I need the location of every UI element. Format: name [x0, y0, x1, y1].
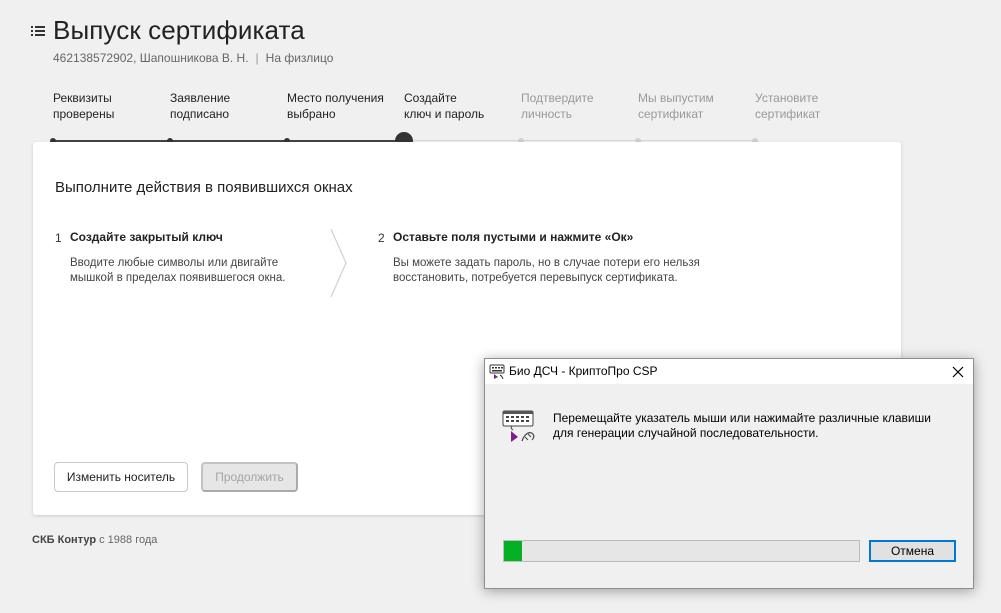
keyboard-mouse-icon	[502, 410, 535, 442]
message-line: Перемещайте указатель мыши или нажимайте…	[553, 411, 931, 425]
page-title: Выпуск сертификата	[53, 15, 305, 45]
step-label-line: Создайте	[404, 91, 457, 105]
step-label-install: Установите сертификат	[755, 90, 867, 122]
message-line: для генерации случайной последовательнос…	[553, 426, 819, 440]
step-label-location: Место получения выбрано	[287, 90, 399, 122]
stepper-track-remaining	[404, 140, 756, 141]
menu-icon[interactable]	[31, 25, 45, 37]
dialog-message: Перемещайте указатель мыши или нажимайте…	[553, 411, 963, 441]
step-label-line: Подтвердите	[521, 91, 594, 105]
step-label-line: подписано	[170, 107, 230, 121]
dialog-title: Био ДСЧ - КриптоПро CSP	[509, 364, 658, 378]
step-label-issue: Мы выпустим сертификат	[638, 90, 750, 122]
step-label-line: личность	[521, 107, 573, 121]
app-icon	[489, 364, 505, 380]
step-label-line: выбрано	[287, 107, 336, 121]
dialog-titlebar[interactable]: Био ДСЧ - КриптоПро CSP	[485, 359, 973, 384]
step-label-line: Реквизиты	[53, 91, 112, 105]
cryptopro-dialog[interactable]: Био ДСЧ - КриптоПро CSP Перемещайте указ…	[484, 358, 974, 589]
description-line: мышкой в пределах появившегося окна.	[70, 272, 286, 284]
step-label-line: Заявление	[170, 91, 231, 105]
description-line: Вы можете задать пароль, но в случае пот…	[393, 257, 700, 269]
step-label-create-key: Создайте ключ и пароль	[404, 90, 516, 122]
step-label-line: проверены	[53, 107, 115, 121]
footer: СКБ Контур с 1988 года	[32, 534, 157, 546]
card-heading: Выполните действия в появившихся окнах	[55, 179, 353, 196]
description-line: восстановить, потребуется перевыпуск сер…	[393, 272, 678, 284]
step-label-confirm-identity: Подтвердите личность	[521, 90, 633, 122]
instruction-description: Вы можете задать пароль, но в случае пот…	[393, 256, 700, 286]
subtitle-separator: |	[255, 51, 259, 65]
step-label-line: ключ и пароль	[404, 107, 485, 121]
step-label-line: Установите	[755, 91, 819, 105]
instruction-title: Оставьте поля пустыми и нажмите «Ок»	[393, 230, 634, 244]
footer-brand: СКБ Контур	[32, 534, 97, 546]
instruction-description: Вводите любые символы или двигайте мышко…	[70, 256, 285, 286]
step-label-line: Место получения	[287, 91, 384, 105]
instruction-number: 1	[55, 231, 62, 245]
change-media-button[interactable]: Изменить носитель	[54, 462, 188, 492]
owner-id-name: 462138572902, Шапошникова В. Н.	[53, 51, 249, 65]
step-label-requisites: Реквизиты проверены	[53, 90, 165, 122]
step-label-line: Мы выпустим	[638, 91, 714, 105]
certificate-type: На физлицо	[265, 51, 334, 65]
step-label-line: сертификат	[755, 107, 821, 121]
chevron-right-icon	[330, 229, 347, 297]
cancel-button[interactable]: Отмена	[869, 540, 956, 562]
progress-stepper: Реквизиты проверены Заявление подписано …	[0, 90, 1001, 150]
step-label-application: Заявление подписано	[170, 90, 282, 122]
instruction-title: Создайте закрытый ключ	[70, 230, 223, 244]
certificate-owner-info: 462138572902, Шапошникова В. Н. | На физли…	[53, 51, 333, 65]
entropy-progress-bar	[503, 540, 860, 562]
progress-fill	[504, 541, 522, 561]
instruction-number: 2	[378, 231, 385, 245]
footer-since: с 1988 года	[96, 534, 158, 546]
close-icon[interactable]	[949, 363, 967, 381]
step-label-line: сертификат	[638, 107, 704, 121]
continue-button[interactable]: Продолжить	[201, 462, 298, 492]
description-line: Вводите любые символы или двигайте	[70, 257, 279, 269]
